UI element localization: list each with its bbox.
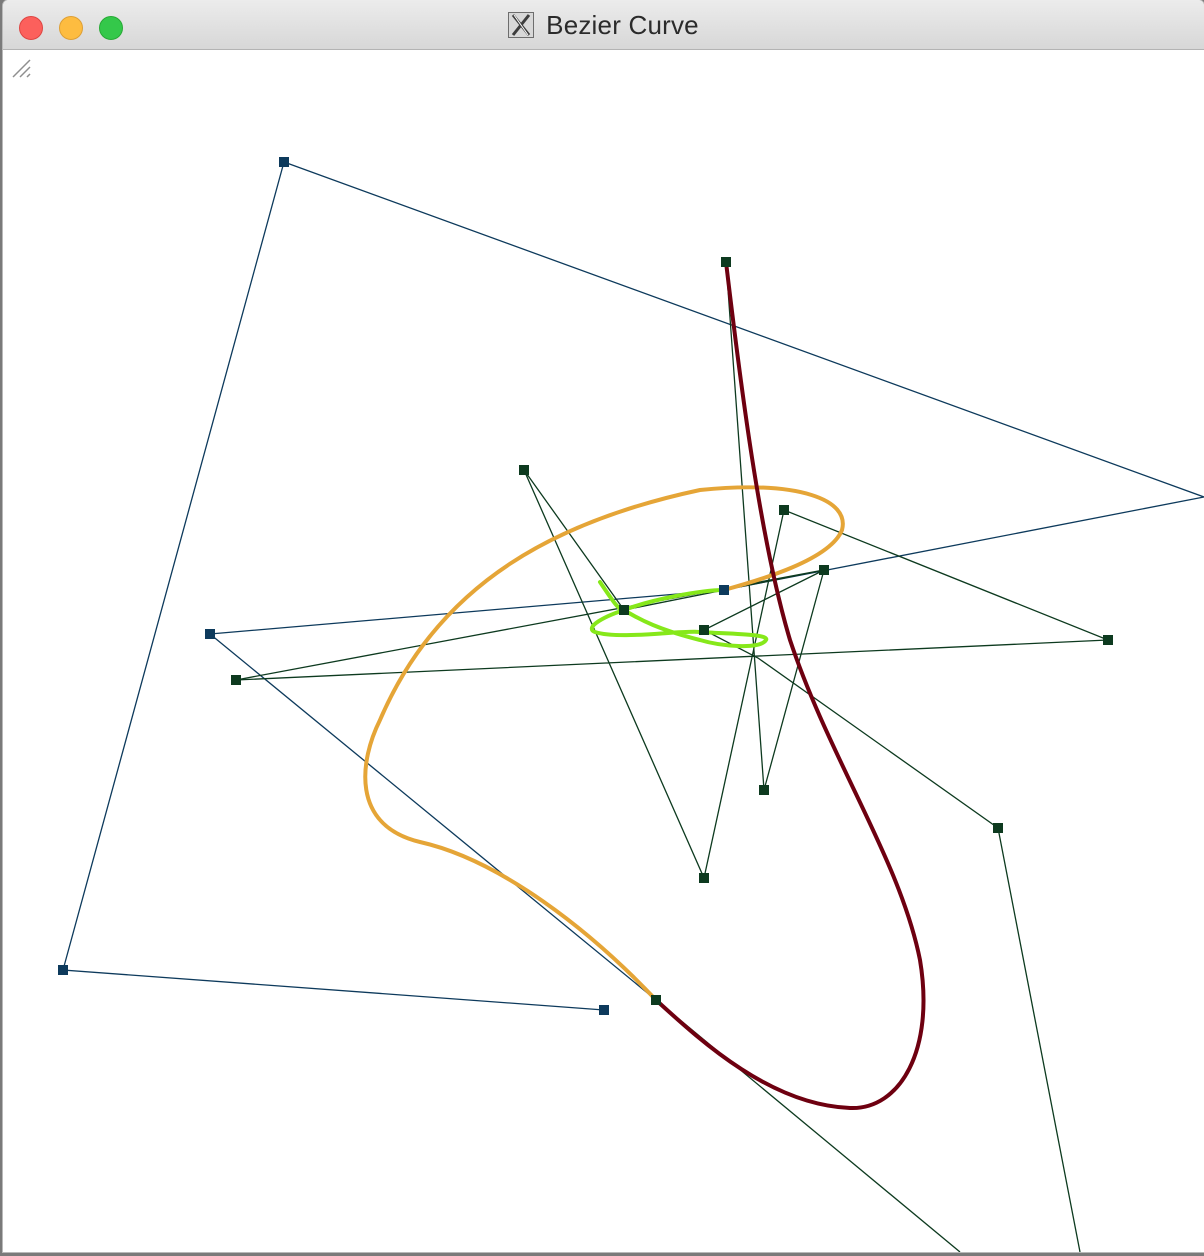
resize-grip-icon[interactable] [3,50,31,78]
control-point[interactable] [779,505,789,515]
control-point[interactable] [231,675,241,685]
control-point[interactable] [993,823,1003,833]
control-point[interactable] [58,965,68,975]
control-points-blue[interactable] [58,157,729,1015]
control-point[interactable] [759,785,769,795]
control-point[interactable] [519,465,529,475]
title-bar[interactable]: Bezier Curve [3,0,1204,50]
control-point[interactable] [205,629,215,639]
bezier-curve-darkred [654,260,926,1111]
bezier-curve-lime [589,580,769,649]
control-point[interactable] [1103,635,1113,645]
control-point[interactable] [699,873,709,883]
control-point[interactable] [279,157,289,167]
control-polygon-blue [62,161,1204,1011]
window-title: Bezier Curve [546,9,699,40]
control-point[interactable] [719,585,729,595]
control-point[interactable] [721,257,731,267]
bezier-drawing [58,157,1204,1252]
control-point[interactable] [599,1005,609,1015]
control-point[interactable] [819,565,829,575]
app-window: Bezier Curve [3,0,1204,1252]
title-group: Bezier Curve [3,0,1204,50]
x11-icon [508,12,535,38]
drawing-canvas[interactable] [3,50,1204,1252]
control-point[interactable] [619,605,629,615]
control-point[interactable] [699,625,709,635]
control-point[interactable] [651,995,661,1005]
